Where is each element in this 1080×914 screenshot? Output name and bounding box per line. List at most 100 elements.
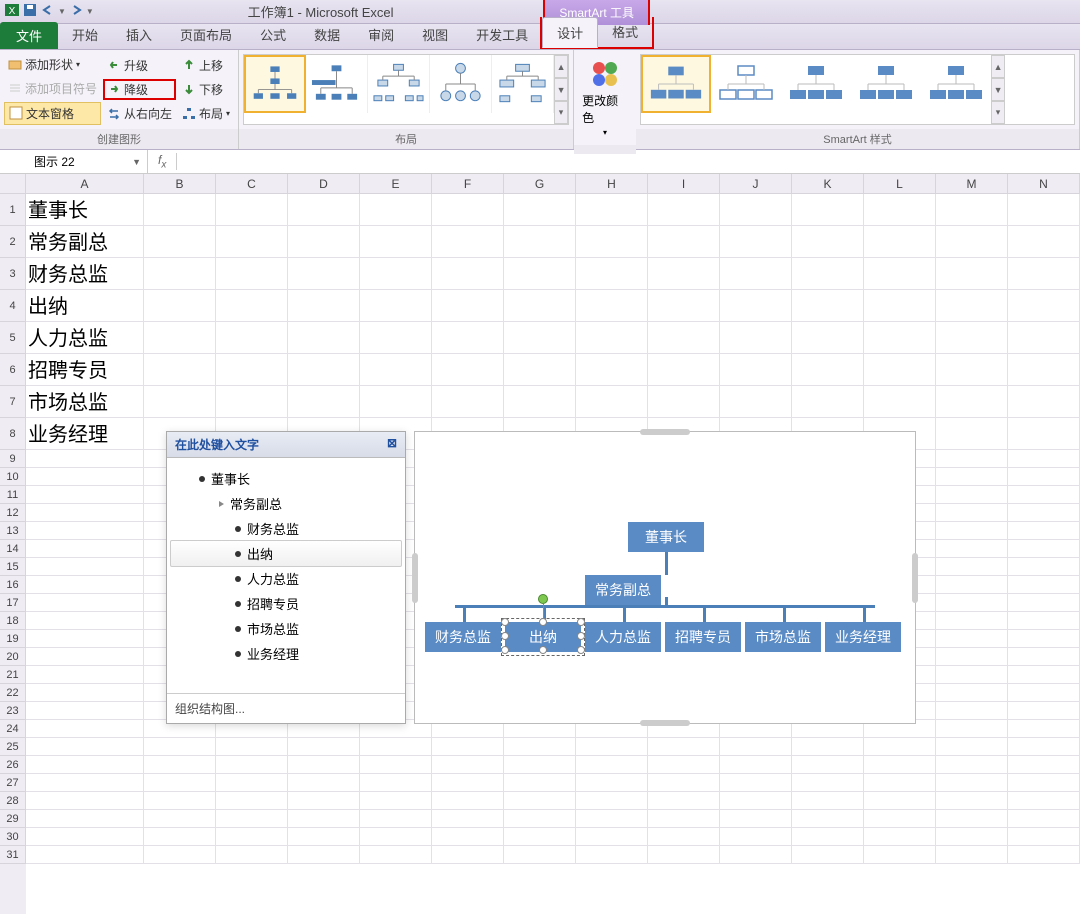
cell[interactable] [26, 792, 144, 810]
row-header[interactable]: 12 [0, 504, 26, 522]
cell[interactable] [1008, 468, 1080, 486]
cell[interactable] [1008, 576, 1080, 594]
cell[interactable] [216, 756, 288, 774]
row-header[interactable]: 29 [0, 810, 26, 828]
cell[interactable] [360, 226, 432, 258]
selection-handle[interactable] [577, 646, 585, 654]
row-header[interactable]: 28 [0, 792, 26, 810]
cell[interactable] [720, 792, 792, 810]
cell[interactable] [144, 756, 216, 774]
cell[interactable] [864, 258, 936, 290]
cell[interactable] [792, 322, 864, 354]
cell[interactable] [1008, 486, 1080, 504]
tab-review[interactable]: 审阅 [354, 20, 408, 49]
column-header[interactable]: G [504, 174, 576, 194]
style-option[interactable] [851, 55, 921, 113]
cell[interactable] [288, 194, 360, 226]
cell[interactable] [1008, 194, 1080, 226]
cell[interactable]: 财务总监 [26, 258, 144, 290]
row-header[interactable]: 9 [0, 450, 26, 468]
cell[interactable] [792, 738, 864, 756]
cell[interactable] [1008, 702, 1080, 720]
layout-option[interactable] [306, 55, 368, 113]
cell[interactable] [216, 290, 288, 322]
cell[interactable] [432, 738, 504, 756]
cell[interactable] [216, 354, 288, 386]
cell[interactable] [360, 774, 432, 792]
tab-format[interactable]: 格式 [598, 17, 652, 47]
rtl-button[interactable]: 从右向左 [103, 103, 176, 124]
gallery-scroll[interactable]: ▲▼▾ [991, 55, 1005, 124]
row-header[interactable]: 26 [0, 756, 26, 774]
style-option[interactable] [781, 55, 851, 113]
column-header[interactable]: N [1008, 174, 1080, 194]
cell[interactable] [936, 558, 1008, 576]
row-header[interactable]: 25 [0, 738, 26, 756]
cell[interactable] [144, 290, 216, 322]
move-down-button[interactable]: 下移 [178, 79, 234, 100]
cell[interactable] [216, 738, 288, 756]
org-node-leaf[interactable]: 业务经理 [825, 622, 901, 652]
cell[interactable] [576, 386, 648, 418]
cell[interactable] [26, 576, 144, 594]
selection-handle[interactable] [577, 632, 585, 640]
cell[interactable] [720, 258, 792, 290]
cell[interactable] [1008, 558, 1080, 576]
dropdown-icon[interactable]: ▼ [86, 7, 94, 16]
cell[interactable] [1008, 594, 1080, 612]
cell[interactable] [432, 258, 504, 290]
cell[interactable] [504, 756, 576, 774]
cell[interactable] [864, 226, 936, 258]
dropdown-icon[interactable]: ▼ [132, 157, 141, 167]
resize-handle[interactable] [912, 553, 918, 603]
cell[interactable] [504, 738, 576, 756]
cell[interactable] [576, 290, 648, 322]
cell[interactable] [720, 290, 792, 322]
row-header[interactable]: 7 [0, 386, 26, 418]
column-header[interactable]: K [792, 174, 864, 194]
layout-option[interactable] [368, 55, 430, 113]
org-node-leaf[interactable]: 市场总监 [745, 622, 821, 652]
cell[interactable] [648, 322, 720, 354]
cell[interactable] [26, 684, 144, 702]
cell[interactable] [504, 322, 576, 354]
cell[interactable] [792, 258, 864, 290]
tab-page-layout[interactable]: 页面布局 [166, 20, 246, 49]
cell[interactable] [144, 354, 216, 386]
cell[interactable] [144, 792, 216, 810]
cell[interactable] [720, 194, 792, 226]
cell[interactable] [216, 810, 288, 828]
row-header[interactable]: 16 [0, 576, 26, 594]
cell[interactable] [360, 828, 432, 846]
cell[interactable] [936, 486, 1008, 504]
row-header[interactable]: 4 [0, 290, 26, 322]
text-pane-item[interactable]: 业务经理 [171, 641, 401, 666]
cell[interactable] [432, 226, 504, 258]
cell[interactable] [360, 846, 432, 864]
cell[interactable] [936, 612, 1008, 630]
cell[interactable]: 出纳 [26, 290, 144, 322]
cell[interactable] [936, 828, 1008, 846]
cell[interactable] [360, 194, 432, 226]
cell[interactable] [144, 774, 216, 792]
cell[interactable] [26, 738, 144, 756]
cell[interactable] [864, 810, 936, 828]
cell[interactable] [648, 792, 720, 810]
cell[interactable] [288, 738, 360, 756]
org-node-leaf[interactable]: 人力总监 [585, 622, 661, 652]
cell[interactable]: 招聘专员 [26, 354, 144, 386]
style-option[interactable] [711, 55, 781, 113]
cell[interactable] [144, 258, 216, 290]
promote-button[interactable]: 升级 [103, 55, 176, 76]
cell[interactable] [648, 226, 720, 258]
row-header[interactable]: 14 [0, 540, 26, 558]
undo-icon[interactable] [40, 2, 56, 21]
cell[interactable] [216, 258, 288, 290]
cell[interactable] [216, 774, 288, 792]
selection-handle[interactable] [501, 646, 509, 654]
cell[interactable] [936, 792, 1008, 810]
cell[interactable] [1008, 756, 1080, 774]
close-icon[interactable]: ⊠ [387, 436, 397, 453]
cell[interactable] [360, 810, 432, 828]
layout-option[interactable] [492, 55, 554, 113]
